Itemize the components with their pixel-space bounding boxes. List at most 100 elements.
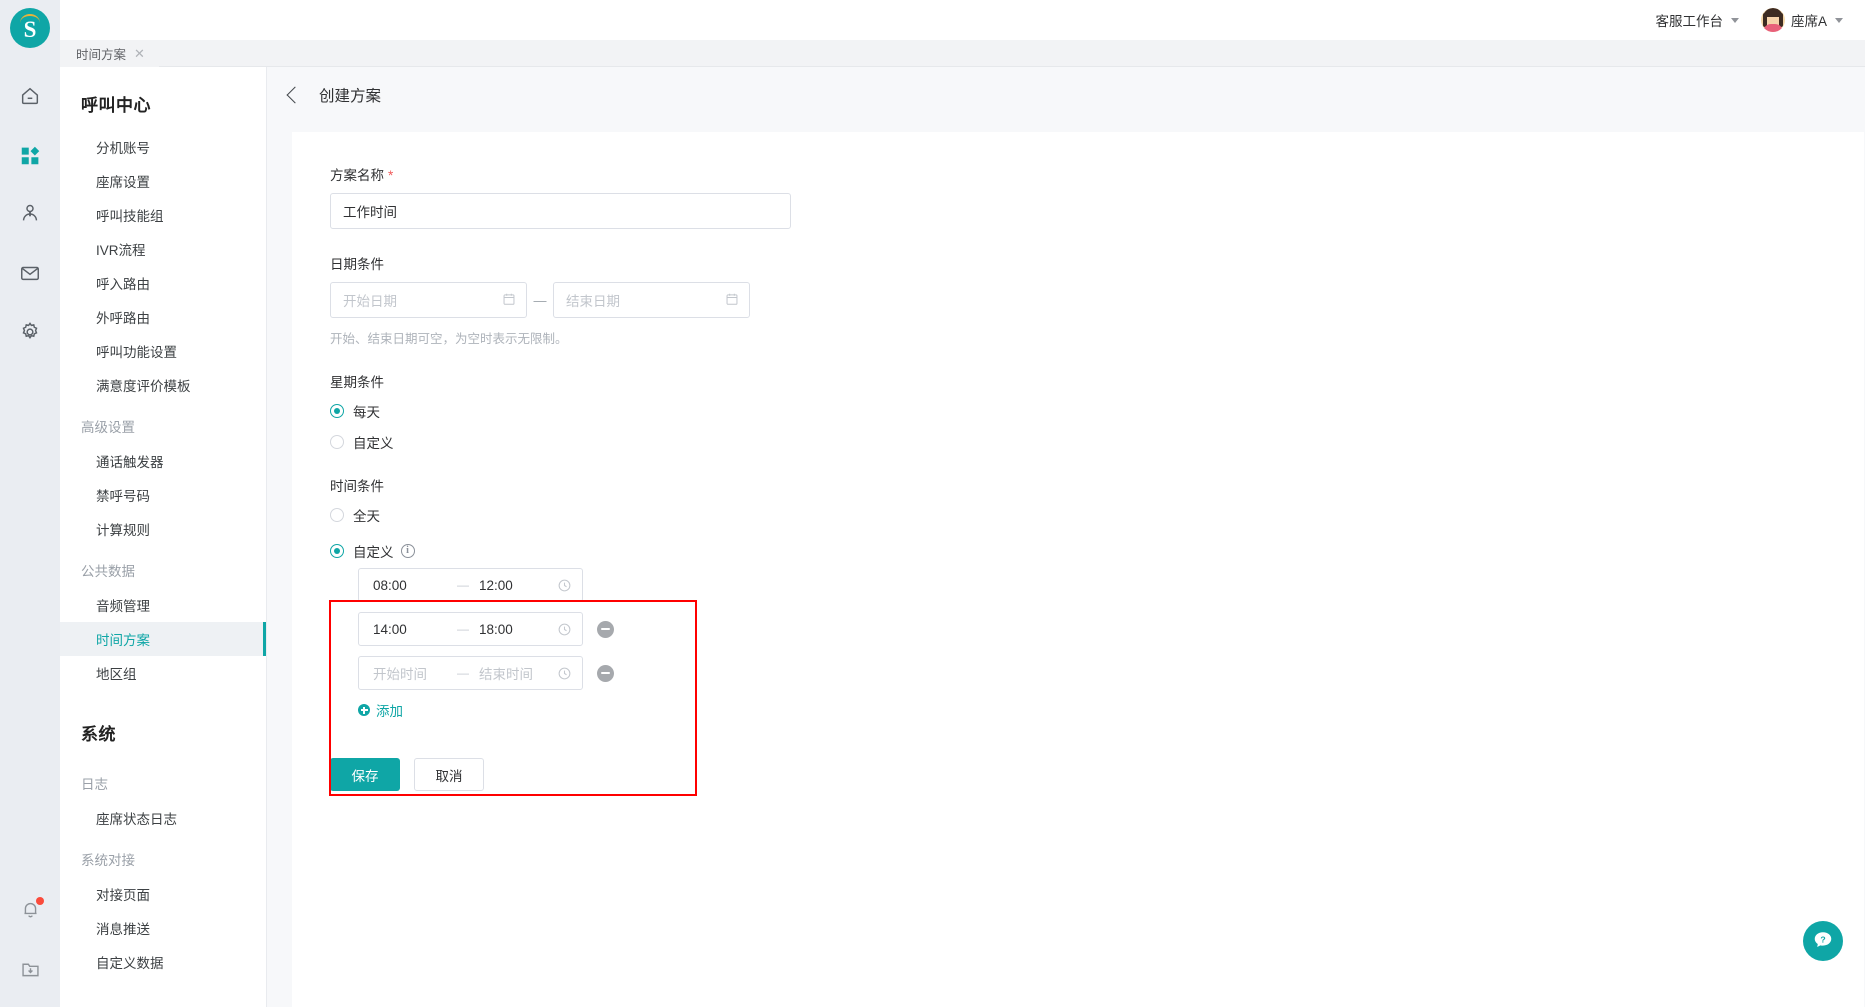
rail-item-agent[interactable] — [0, 198, 60, 230]
time-range-input-2[interactable]: 14:00 — 18:00 — [358, 612, 583, 646]
radio-label: 每天 — [353, 404, 380, 420]
plan-name-label: 方案名称 * — [330, 164, 1864, 184]
date-start-input[interactable]: 开始日期 — [330, 282, 527, 318]
sidebar-item-skill-group[interactable]: 呼叫技能组 — [60, 198, 266, 232]
sidebar-item-extension-account[interactable]: 分机账号 — [60, 130, 266, 164]
sidebar-item-call-trigger[interactable]: 通话触发器 — [60, 444, 266, 478]
radio-indicator — [330, 434, 344, 449]
bell-icon — [20, 896, 44, 920]
chevron-down-icon — [1835, 17, 1843, 23]
info-icon[interactable]: i — [400, 543, 415, 558]
sidebar-menu: 呼叫中心 分机账号 座席设置 呼叫技能组 IVR流程 呼入路由 外呼路由 呼叫功… — [60, 67, 267, 1007]
sidebar-group-public-data: 公共数据 — [81, 564, 135, 579]
time-range-input-1[interactable]: 08:00 — 12:00 — [358, 568, 583, 602]
field-week-condition: 星期条件 每天 自定义 — [330, 371, 1864, 457]
back-chevron-icon[interactable] — [286, 86, 304, 103]
sidebar-item-label: 对接页面 — [96, 888, 150, 903]
plus-circle-icon — [358, 704, 370, 716]
remove-time-range-button[interactable] — [597, 664, 614, 682]
home-icon — [19, 85, 41, 107]
cancel-button[interactable]: 取消 — [414, 758, 484, 791]
sidebar-item-custom-data[interactable]: 自定义数据 — [60, 945, 266, 979]
radio-label: 全天 — [353, 508, 380, 524]
radio-label: 自定义 — [353, 544, 394, 560]
time-start-value: 08:00 — [373, 577, 407, 593]
clock-icon — [557, 666, 572, 681]
rail-item-downloads[interactable] — [0, 953, 60, 985]
date-start-placeholder: 开始日期 — [343, 294, 397, 309]
agent-icon — [19, 203, 41, 225]
sidebar-item-label: 呼入路由 — [96, 277, 150, 292]
sidebar-item-label: 满意度评价模板 — [96, 379, 191, 394]
user-menu[interactable]: 座席A — [1760, 8, 1843, 32]
sidebar-item-agent-status-log[interactable]: 座席状态日志 — [60, 801, 266, 835]
date-end-input[interactable]: 结束日期 — [553, 282, 750, 318]
gear-icon — [19, 321, 41, 343]
sidebar-item-message-push[interactable]: 消息推送 — [60, 911, 266, 945]
sidebar-title-call-center: 呼叫中心 — [81, 96, 151, 115]
logo-arc-icon — [20, 14, 40, 23]
plan-name-input[interactable]: 工作时间 — [330, 193, 791, 229]
help-button[interactable]: ? — [1803, 921, 1843, 961]
rail-item-apps[interactable] — [0, 139, 60, 171]
time-end-value: 18:00 — [479, 621, 513, 637]
date-condition-hint: 开始、结束日期可空，为空时表示无限制。 — [330, 332, 568, 346]
rail-item-mail[interactable] — [0, 257, 60, 289]
tab-time-plan[interactable]: 时间方案 ✕ — [60, 39, 159, 67]
time-end-value: 12:00 — [479, 577, 513, 593]
form-card: 方案名称 * 工作时间 日期条件 开始日期 — 结束日期 开始、结束日期可空，为… — [292, 132, 1864, 1007]
sidebar-item-label: 呼叫技能组 — [96, 209, 164, 224]
download-folder-icon — [20, 959, 41, 980]
field-date-condition: 日期条件 开始日期 — 结束日期 开始、结束日期可空，为空时表示无限制。 — [330, 253, 1864, 347]
page-header: 创建方案 — [268, 67, 1865, 122]
svg-text:?: ? — [1820, 934, 1825, 944]
rail-bottom-icons — [0, 893, 60, 985]
sidebar-item-outbound-route[interactable]: 外呼路由 — [60, 300, 266, 334]
save-button[interactable]: 保存 — [330, 758, 400, 791]
sidebar-item-ivr-flow[interactable]: IVR流程 — [60, 232, 266, 266]
field-plan-name: 方案名称 * 工作时间 — [330, 164, 1864, 229]
date-end-placeholder: 结束日期 — [566, 294, 620, 309]
sidebar-item-region-group[interactable]: 地区组 — [60, 656, 266, 690]
sidebar-item-calc-rules[interactable]: 计算规则 — [60, 512, 266, 546]
workspace-switcher[interactable]: 客服工作台 — [1655, 10, 1739, 30]
sidebar-item-agent-settings[interactable]: 座席设置 — [60, 164, 266, 198]
radio-week-custom[interactable]: 自定义 — [330, 426, 1864, 457]
remove-time-range-button[interactable] — [597, 620, 614, 638]
sidebar-item-label: 座席设置 — [96, 175, 150, 190]
sidebar-group-advanced: 高级设置 — [81, 420, 135, 435]
help-chat-icon: ? — [1812, 929, 1834, 954]
radio-label: 自定义 — [353, 435, 394, 451]
sidebar-item-label: 消息推送 — [96, 922, 150, 937]
add-time-range-label: 添加 — [376, 704, 403, 719]
time-range-input-3[interactable]: 开始时间 — 结束时间 — [358, 656, 583, 690]
radio-time-allday[interactable]: 全天 — [330, 499, 1864, 530]
form-actions: 保存 取消 — [330, 758, 1864, 791]
sidebar-item-blocked-numbers[interactable]: 禁呼号码 — [60, 478, 266, 512]
close-icon[interactable]: ✕ — [134, 47, 145, 60]
radio-time-custom[interactable]: 自定义 i — [330, 535, 1864, 566]
sidebar-item-label: IVR流程 — [96, 243, 146, 258]
rail-item-settings[interactable] — [0, 316, 60, 348]
time-end-placeholder: 结束时间 — [479, 667, 533, 682]
sidebar-item-audio-management[interactable]: 音频管理 — [60, 588, 266, 622]
sidebar-item-call-features[interactable]: 呼叫功能设置 — [60, 334, 266, 368]
clock-icon — [557, 578, 572, 593]
sidebar-item-integration-page[interactable]: 对接页面 — [60, 877, 266, 911]
sidebar-item-label: 座席状态日志 — [96, 812, 177, 827]
date-range-separator: — — [533, 292, 547, 308]
rail-item-notifications[interactable] — [0, 893, 60, 925]
app-logo[interactable]: S — [10, 8, 50, 48]
time-range-row: 14:00 — 18:00 — [358, 612, 1864, 646]
plan-name-label-text: 方案名称 — [330, 168, 384, 183]
radio-indicator — [330, 543, 344, 558]
rail-item-home[interactable] — [0, 80, 60, 112]
sidebar-item-inbound-route[interactable]: 呼入路由 — [60, 266, 266, 300]
sidebar-item-satisfaction-template[interactable]: 满意度评价模板 — [60, 368, 266, 402]
required-mark: * — [388, 168, 394, 183]
sidebar-item-label: 地区组 — [96, 667, 137, 682]
add-time-range-button[interactable]: 添加 — [358, 700, 1864, 720]
mail-icon — [19, 262, 41, 284]
sidebar-item-time-plan[interactable]: 时间方案 — [60, 622, 266, 656]
radio-week-everyday[interactable]: 每天 — [330, 395, 1864, 426]
